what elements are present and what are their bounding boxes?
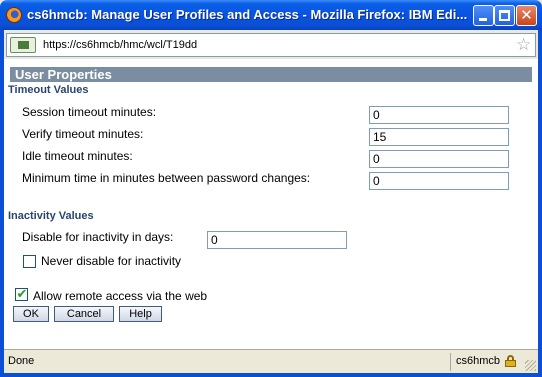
verify-timeout-input[interactable] <box>369 128 509 146</box>
disable-inactivity-label: Disable for inactivity in days: <box>22 230 174 244</box>
close-button[interactable]: ✕ <box>516 5 537 26</box>
url-text[interactable]: https://cs6hmcb/hmc/wcl/T19dd <box>43 39 197 51</box>
status-host: cs6hmcb <box>456 355 501 367</box>
checkmark-icon: ✔ <box>16 286 28 301</box>
lock-icon[interactable] <box>505 355 516 367</box>
maximize-button[interactable] <box>494 5 515 26</box>
inactivity-section-title: Inactivity Values <box>8 210 94 222</box>
window-title-bar[interactable]: cs6hmcb: Manage User Profiles and Access… <box>0 0 542 30</box>
bookmark-star-icon[interactable]: ☆ <box>516 35 531 55</box>
session-timeout-label: Session timeout minutes: <box>22 105 157 119</box>
never-disable-checkbox[interactable] <box>23 255 36 268</box>
status-separator <box>450 353 451 371</box>
verify-timeout-label: Verify timeout minutes: <box>22 127 144 141</box>
disable-inactivity-input[interactable] <box>207 231 347 249</box>
idle-timeout-input[interactable] <box>369 150 509 168</box>
window-title: cs6hmcb: Manage User Profiles and Access… <box>27 7 468 22</box>
panel-header: User Properties <box>10 67 532 82</box>
resize-grip[interactable] <box>525 360 536 371</box>
site-identity-icon[interactable] <box>10 37 36 53</box>
never-disable-label[interactable]: Never disable for inactivity <box>41 254 181 268</box>
ok-button[interactable]: OK <box>13 306 49 322</box>
maximize-icon <box>499 10 510 21</box>
password-change-interval-label: Minimum time in minutes between password… <box>22 171 311 185</box>
url-bar[interactable]: https://cs6hmcb/hmc/wcl/T19dd ☆ <box>6 33 536 57</box>
remote-access-label[interactable]: Allow remote access via the web <box>33 289 207 303</box>
minimize-icon <box>479 18 487 21</box>
remote-access-checkbox[interactable]: ✔ <box>15 286 28 301</box>
cancel-button[interactable]: Cancel <box>54 306 114 322</box>
minimize-button[interactable] <box>473 5 494 26</box>
status-bar: Done cs6hmcb <box>4 349 538 373</box>
idle-timeout-label: Idle timeout minutes: <box>22 149 133 163</box>
timeout-section-title: Timeout Values <box>8 84 89 96</box>
session-timeout-input[interactable] <box>369 106 509 124</box>
status-text: Done <box>8 355 35 367</box>
password-change-interval-input[interactable] <box>369 172 509 190</box>
firefox-icon <box>6 7 22 23</box>
close-icon: ✕ <box>520 7 533 24</box>
help-button[interactable]: Help <box>119 306 162 322</box>
page-content: User Properties Timeout Values Session t… <box>4 59 538 349</box>
